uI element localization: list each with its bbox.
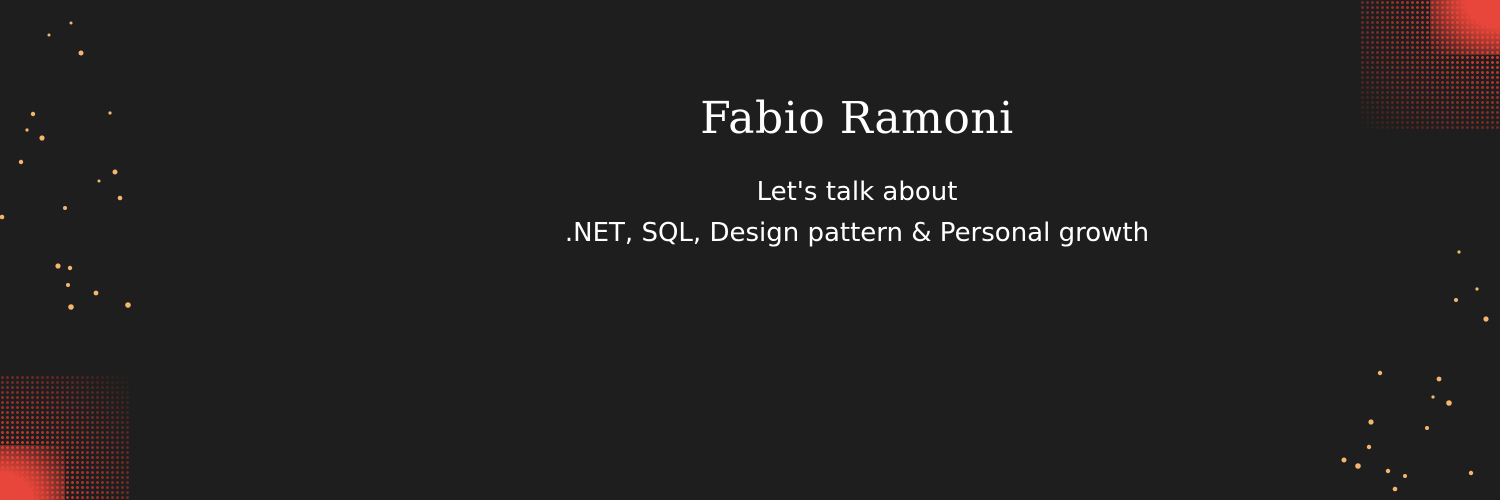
sparkle-dot	[78, 50, 84, 56]
sparkle-dot	[125, 302, 131, 308]
profile-banner: Fabio Ramoni Let's talk about .NET, SQL,…	[0, 0, 1500, 500]
sparkle-dot	[47, 33, 51, 37]
sparkle-dot	[1366, 444, 1372, 450]
profile-name: Fabio Ramoni	[700, 93, 1014, 144]
sparkle-dot	[1355, 463, 1361, 469]
sparkle-dot	[1425, 426, 1429, 430]
sparkle-dot	[39, 135, 45, 141]
sparkle-dot	[1403, 474, 1407, 478]
sparkle-dot	[93, 290, 99, 296]
sparkle-dot	[1368, 419, 1374, 425]
sparkle-dot	[1475, 287, 1479, 291]
sparkle-dot	[1457, 250, 1461, 254]
sparkle-dot	[68, 304, 74, 310]
halftone-decoration-bottom-left	[0, 375, 130, 500]
sparkle-dot	[69, 21, 73, 25]
sparkle-dot	[1341, 457, 1347, 463]
sparkle-dot	[112, 169, 118, 175]
profile-tagline: Let's talk about .NET, SQL, Design patte…	[505, 172, 1209, 254]
sparkle-dot	[1468, 470, 1474, 476]
sparkle-dot	[25, 128, 29, 132]
sparkle-dot	[108, 111, 112, 115]
sparkle-dot	[117, 195, 123, 201]
tagline-line-2: .NET, SQL, Design pattern & Personal gro…	[564, 218, 1150, 248]
sparkle-dot	[1392, 486, 1398, 492]
sparkle-dot	[97, 179, 101, 183]
sparkle-dot	[67, 265, 73, 271]
sparkle-dot	[1377, 370, 1383, 376]
sparkle-dot	[30, 111, 36, 117]
tagline-line-1: Let's talk about	[756, 177, 958, 207]
sparkle-dot	[1454, 298, 1458, 302]
sparkle-dot	[1483, 316, 1489, 322]
sparkle-dot	[1385, 468, 1391, 474]
sparkle-dot	[1431, 395, 1435, 399]
sparkle-dot	[0, 214, 5, 220]
halftone-decoration-top-right	[1360, 0, 1500, 130]
sparkle-dot	[66, 283, 70, 287]
sparkle-dot	[55, 263, 61, 269]
sparkle-dot	[63, 206, 67, 210]
sparkle-dot	[18, 159, 24, 165]
sparkle-dot	[1446, 400, 1452, 406]
sparkle-dot	[1436, 376, 1442, 382]
